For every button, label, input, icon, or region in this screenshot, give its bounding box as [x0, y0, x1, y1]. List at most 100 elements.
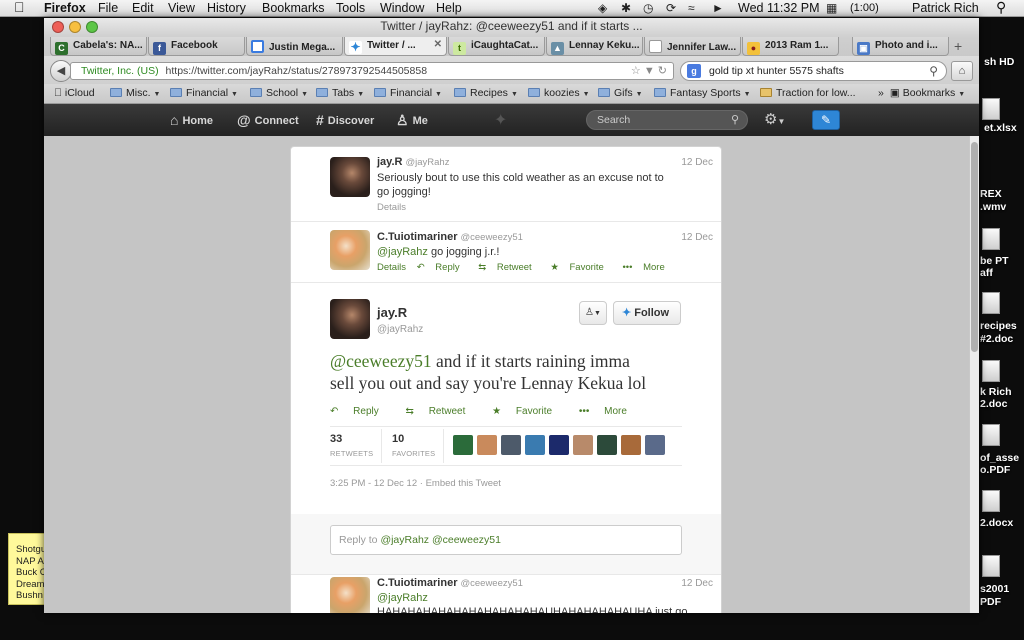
- mini-avatar[interactable]: [477, 435, 497, 455]
- google-icon[interactable]: g: [687, 64, 701, 78]
- page-scrollbar[interactable]: [969, 136, 979, 613]
- bookmark-folder-recipes[interactable]: Recipes ▼: [454, 87, 518, 99]
- menu-bookmarks[interactable]: Bookmarks: [262, 1, 325, 15]
- desktop-file-icon[interactable]: [982, 360, 1000, 382]
- zoom-window-button[interactable]: [86, 21, 98, 33]
- desktop-file-label[interactable]: of_asse: [980, 452, 1019, 464]
- desktop-file-label[interactable]: be PT: [980, 255, 1009, 267]
- mini-avatar[interactable]: [645, 435, 665, 455]
- bookmark-folder-fantasy-sports[interactable]: Fantasy Sports ▼: [654, 87, 751, 99]
- reload-icon[interactable]: ↻: [658, 65, 667, 77]
- tab-icaught[interactable]: t iCaughtaCat...: [448, 37, 545, 56]
- search-icon[interactable]: ⚲: [731, 111, 739, 129]
- nav-discover[interactable]: # Discover: [316, 112, 374, 128]
- mini-avatar[interactable]: [453, 435, 473, 455]
- tab-lennay[interactable]: ▲ Lennay Keku...: [546, 37, 643, 56]
- desktop-file-label[interactable]: PDF: [980, 596, 1001, 608]
- tab-justin[interactable]: Justin Mega...: [246, 37, 343, 56]
- menu-file[interactable]: File: [98, 1, 118, 15]
- mention-link[interactable]: @jayRahz: [377, 591, 688, 605]
- close-window-button[interactable]: [52, 21, 64, 33]
- avatar[interactable]: [330, 230, 370, 270]
- avatar[interactable]: [330, 577, 370, 613]
- author-name[interactable]: C.Tuiotimariner: [377, 231, 457, 243]
- twitter-bird-icon[interactable]: ✦: [494, 110, 507, 130]
- nav-connect[interactable]: @ Connect: [237, 112, 299, 128]
- bluetooth-icon[interactable]: ✱: [621, 1, 631, 15]
- desktop-file-label[interactable]: REX: [980, 188, 1002, 200]
- spotlight-icon[interactable]: ⚲: [996, 0, 1006, 16]
- dropdown-icon[interactable]: ▼: [644, 65, 655, 77]
- author-name[interactable]: jay.R: [377, 156, 402, 168]
- menu-clock[interactable]: Wed 11:32 PM: [738, 1, 820, 15]
- desktop-file-label[interactable]: sh HD: [984, 56, 1014, 68]
- mention-link[interactable]: @jayRahz: [377, 246, 428, 258]
- follow-button[interactable]: ✦ Follow: [613, 301, 681, 325]
- url-bar[interactable]: Twitter, Inc. (US) https://twitter.com/j…: [70, 62, 674, 80]
- site-identity[interactable]: Twitter, Inc. (US): [81, 65, 159, 77]
- minimize-window-button[interactable]: [69, 21, 81, 33]
- window-titlebar[interactable]: Twitter / jayRahz: @ceeweezy51 and if it…: [44, 18, 979, 37]
- details-link[interactable]: Details: [377, 202, 406, 213]
- menu-tools[interactable]: Tools: [336, 1, 365, 15]
- time-machine-icon[interactable]: ◷: [643, 1, 653, 15]
- mention-link[interactable]: @ceeweezy51: [330, 351, 432, 371]
- retweet-count[interactable]: 33: [330, 433, 342, 445]
- favorite-count[interactable]: 10: [392, 433, 404, 445]
- main-author-handle[interactable]: @jayRahz: [377, 324, 423, 335]
- search-value[interactable]: gold tip xt hunter 5575 shafts: [709, 65, 844, 77]
- menu-view[interactable]: View: [168, 1, 195, 15]
- bookmark-folder-school[interactable]: School ▼: [250, 87, 308, 99]
- search-icon[interactable]: ⚲: [929, 62, 938, 80]
- desktop-file-icon[interactable]: [982, 292, 1000, 314]
- menu-edit[interactable]: Edit: [132, 1, 154, 15]
- avatar[interactable]: [330, 299, 370, 339]
- app-menu[interactable]: Firefox: [44, 1, 86, 15]
- tab-ram[interactable]: ● 2013 Ram 1...: [742, 37, 839, 56]
- favorite-count-label[interactable]: FAVORITES: [392, 449, 435, 458]
- tweet-date[interactable]: 12 Dec: [681, 578, 713, 589]
- mini-avatar[interactable]: [573, 435, 593, 455]
- avatar[interactable]: [330, 157, 370, 197]
- nav-me[interactable]: ♙ Me: [396, 112, 428, 129]
- desktop-file-label[interactable]: recipes: [980, 320, 1017, 332]
- reply-input[interactable]: Reply to @jayRahz @ceeweezy51: [330, 525, 682, 555]
- context-tweet[interactable]: jay.R @jayRahz 12 Dec Seriously bout to u…: [291, 147, 721, 221]
- more-action[interactable]: ••• More: [579, 406, 639, 417]
- retweet-action[interactable]: ⇆ Retweet: [478, 262, 539, 273]
- bookmarks-menu[interactable]: » ▣ Bookmarks ▼: [878, 87, 965, 99]
- bookmark-icloud[interactable]: iCloud: [54, 87, 95, 99]
- sticky-note[interactable]: Shotgu NAP A Buck C Dream Bushn: [8, 533, 48, 605]
- menu-help[interactable]: Help: [436, 1, 462, 15]
- desktop-file-label[interactable]: o.PDF: [980, 464, 1010, 476]
- mini-avatar[interactable]: [621, 435, 641, 455]
- desktop-file-label[interactable]: .wmv: [980, 201, 1006, 213]
- tab-cabelas[interactable]: C Cabela's: NA...: [50, 37, 147, 56]
- tweet-author[interactable]: jay.R @jayRahz: [377, 156, 449, 168]
- scrollbar-thumb[interactable]: [971, 142, 978, 352]
- tweet-timestamp[interactable]: 3:25 PM - 12 Dec 12 · Embed this Tweet: [330, 478, 501, 489]
- author-handle[interactable]: @ceeweezy51: [460, 578, 522, 589]
- mini-avatar[interactable]: [597, 435, 617, 455]
- tweet-date[interactable]: 12 Dec: [681, 157, 713, 168]
- desktop-file-label[interactable]: 2.docx: [980, 517, 1013, 529]
- desktop-file-label[interactable]: k Rich: [980, 386, 1012, 398]
- battery-indicator[interactable]: (1:00): [850, 2, 879, 14]
- reply-tweet[interactable]: C.Tuiotimariner @ceeweezy51 12 Dec @jayRa…: [291, 222, 721, 282]
- menu-history[interactable]: History: [207, 1, 246, 15]
- author-handle[interactable]: @jayRahz: [405, 157, 449, 168]
- desktop-file-icon[interactable]: [982, 490, 1000, 512]
- desktop-file-label[interactable]: et.xlsx: [984, 122, 1017, 134]
- reply-action[interactable]: ↶ Reply: [330, 406, 391, 417]
- tab-jennifer[interactable]: Jennifer Law...: [644, 37, 741, 56]
- twitter-search-input[interactable]: Search ⚲: [586, 110, 748, 130]
- dropbox-icon[interactable]: ◈: [598, 1, 607, 15]
- bookmark-folder-misc[interactable]: Misc. ▼: [110, 87, 160, 99]
- bookmark-folder-gifs[interactable]: Gifs ▼: [598, 87, 643, 99]
- details-link[interactable]: Details: [377, 262, 406, 273]
- back-button[interactable]: ◀: [50, 60, 72, 82]
- tweet-author[interactable]: C.Tuiotimariner @ceeweezy51: [377, 577, 523, 589]
- retweet-action[interactable]: ⇆ Retweet: [406, 406, 478, 417]
- wifi-icon[interactable]: ≈: [688, 1, 695, 15]
- author-handle[interactable]: @ceeweezy51: [460, 232, 522, 243]
